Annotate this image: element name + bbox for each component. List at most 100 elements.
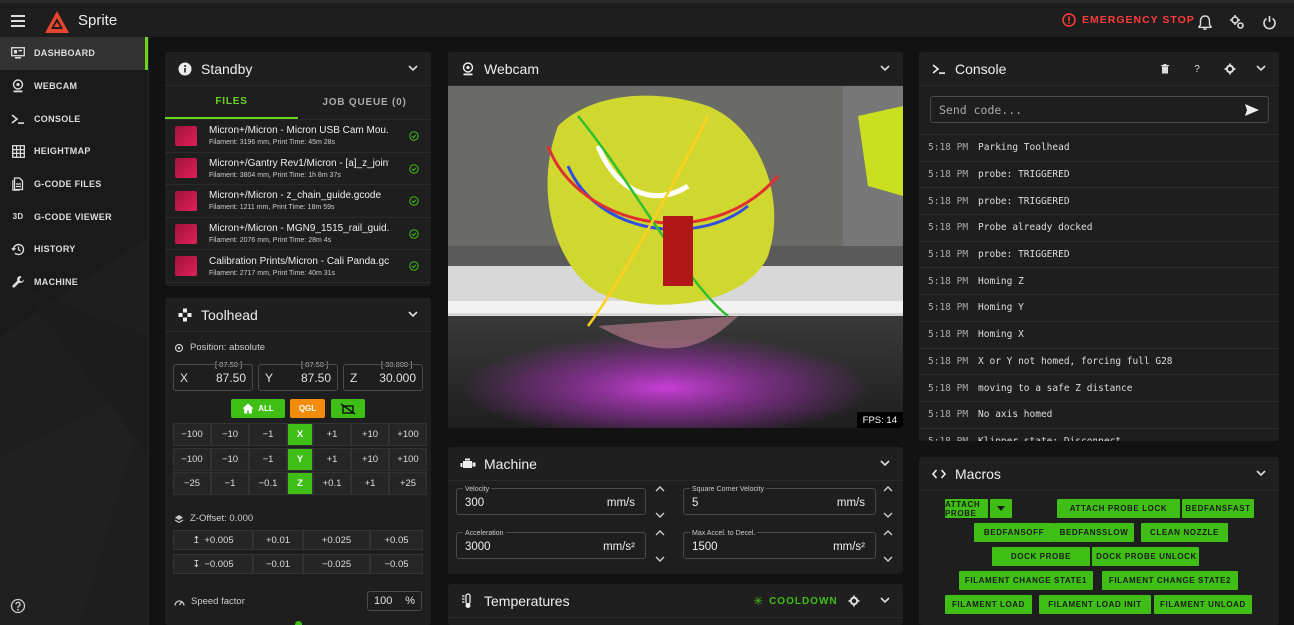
speed-slider-thumb[interactable]	[295, 621, 302, 625]
emergency-stop-button[interactable]: EMERGENCY STOP	[1062, 13, 1195, 27]
square-corner-velocity-field[interactable]: Square Corner Velocity 5 mm/s	[683, 486, 876, 515]
cooldown-button[interactable]: ✳ COOLDOWN	[753, 594, 838, 608]
macro-button[interactable]: FILAMENT CHANGE STATE1	[959, 571, 1093, 590]
chevron-down-icon[interactable]	[407, 308, 419, 320]
chevron-down-icon[interactable]	[879, 62, 891, 74]
z-offset-up-button[interactable]: +0.05	[370, 530, 423, 550]
macro-button[interactable]: DOCK PROBE UNLOCK	[1094, 547, 1199, 566]
chevron-down-icon[interactable]	[1255, 467, 1267, 479]
jog-button[interactable]: −10	[211, 423, 249, 446]
z-offset-down-button[interactable]: −0.025	[303, 554, 370, 574]
jog-button[interactable]: −100	[173, 423, 211, 446]
file-row[interactable]: Micron+/Gantry Rev1/Micron - [a]_z_joint…	[165, 153, 431, 186]
macro-button[interactable]: BEDFANSOFF	[974, 523, 1054, 542]
power-icon[interactable]	[1259, 12, 1279, 32]
home-all-button[interactable]: ALL	[231, 399, 285, 418]
jog-button[interactable]: +0.1	[313, 472, 351, 495]
velocity-field[interactable]: Velocity 300 mm/s	[456, 486, 646, 515]
jog-button[interactable]: −100	[173, 447, 211, 471]
help-circle-icon[interactable]	[10, 598, 26, 614]
gear-icon[interactable]	[848, 595, 860, 607]
max-accel-to-decel-stepper[interactable]	[882, 528, 894, 564]
jog-button[interactable]: +100	[389, 423, 427, 446]
nav-history[interactable]: HISTORY	[0, 233, 148, 266]
macro-button[interactable]: ATTACH PROBE LOCK	[1057, 499, 1180, 518]
file-row[interactable]: Micron+/Micron - Micron USB Cam Mou... Fi…	[165, 120, 431, 153]
y-position-field[interactable]: Y 87.50	[258, 364, 338, 391]
jog-button[interactable]: +100	[389, 447, 427, 471]
speed-factor-input[interactable]: 100 %	[367, 591, 422, 611]
jog-button[interactable]: −0.1	[249, 472, 287, 495]
macro-button[interactable]: FILAMENT CHANGE STATE2	[1102, 571, 1238, 590]
z-offset-up-button[interactable]: ↥ +0.005	[173, 530, 253, 550]
nav-dashboard[interactable]: DASHBOARD	[0, 37, 148, 70]
z-offset-up-button[interactable]: +0.025	[303, 530, 370, 550]
nav-heightmap[interactable]: HEIGHTMAP	[0, 135, 148, 168]
macro-button[interactable]: BEDFANSSLOW	[1054, 523, 1134, 542]
jog-button[interactable]: +1	[313, 447, 351, 471]
tab-job-queue[interactable]: JOB QUEUE (0)	[298, 86, 431, 119]
jog-button[interactable]: +1	[351, 472, 389, 495]
chevron-down-icon[interactable]	[882, 554, 894, 564]
jog-button[interactable]: −25	[173, 472, 211, 495]
chevron-up-icon[interactable]	[654, 528, 666, 538]
nav-console[interactable]: CONSOLE	[0, 102, 148, 135]
tab-files[interactable]: FILES	[165, 86, 298, 119]
nav-gcode-files[interactable]: G-CODE FILES	[0, 168, 148, 201]
acceleration-field[interactable]: Acceleration 3000 mm/s²	[456, 530, 646, 559]
gear-icon[interactable]	[1224, 63, 1236, 75]
nav-machine[interactable]: MACHINE	[0, 266, 148, 299]
square-corner-velocity-stepper[interactable]	[882, 484, 894, 520]
bell-icon[interactable]	[1195, 12, 1215, 32]
macro-button[interactable]: ATTACH PROBE	[945, 499, 988, 518]
chevron-down-icon[interactable]	[654, 510, 666, 520]
acceleration-stepper[interactable]	[654, 528, 666, 564]
file-row[interactable]: Calibration Prints/Micron - Cali Panda.g…	[165, 250, 431, 283]
macro-button[interactable]: FILAMENT LOAD INIT	[1039, 595, 1151, 614]
macro-button[interactable]: DOCK PROBE	[992, 547, 1090, 566]
z-offset-up-button[interactable]: +0.01	[253, 530, 303, 550]
max-accel-to-decel-field[interactable]: Max Accel. to Decel. 1500 mm/s²	[683, 530, 876, 559]
z-position-field[interactable]: Z 30.000	[343, 364, 423, 391]
menu-icon[interactable]	[8, 11, 28, 31]
jog-button[interactable]: −1	[211, 472, 249, 495]
chevron-down-icon[interactable]	[879, 594, 891, 606]
macro-button[interactable]: FILAMENT LOAD	[945, 595, 1032, 614]
macro-button[interactable]: BEDFANSFAST	[1182, 499, 1254, 518]
chevron-up-icon[interactable]	[654, 484, 666, 494]
chevron-up-icon[interactable]	[882, 484, 894, 494]
console-send-input[interactable]: Send code...	[930, 96, 1269, 123]
jog-button[interactable]: −1	[249, 447, 287, 471]
jog-button[interactable]: +10	[351, 447, 389, 471]
nav-gcode-viewer[interactable]: 3D G-CODE VIEWER	[0, 200, 148, 233]
chevron-down-icon[interactable]	[407, 62, 419, 74]
send-icon[interactable]	[1244, 103, 1260, 117]
motors-off-button[interactable]	[331, 399, 365, 418]
console-title: Console	[955, 60, 1007, 77]
trash-icon[interactable]	[1159, 63, 1171, 75]
help-icon[interactable]: ?	[1191, 63, 1203, 75]
qgl-button[interactable]: QGL	[290, 399, 325, 418]
chevron-up-icon[interactable]	[882, 528, 894, 538]
jog-button[interactable]: −10	[211, 447, 249, 471]
jog-button[interactable]: +10	[351, 423, 389, 446]
chevron-down-icon[interactable]	[882, 510, 894, 520]
z-offset-down-button[interactable]: −0.01	[253, 554, 303, 574]
jog-button[interactable]: −1	[249, 423, 287, 446]
chevron-down-icon[interactable]	[1255, 62, 1267, 74]
chevron-down-icon[interactable]	[654, 554, 666, 564]
macro-button[interactable]: FILAMENT UNLOAD	[1154, 595, 1252, 614]
file-row[interactable]: Micron+/Micron - MGN9_1515_rail_guid... F…	[165, 218, 431, 251]
chevron-down-icon[interactable]	[879, 457, 891, 469]
jog-button[interactable]: +25	[389, 472, 427, 495]
velocity-stepper[interactable]	[654, 484, 666, 520]
macro-button[interactable]: CLEAN NOZZLE	[1141, 523, 1228, 542]
file-row[interactable]: Micron+/Micron - z_chain_guide.gcode Fila…	[165, 185, 431, 218]
settings-gears-icon[interactable]	[1227, 12, 1247, 32]
macro-dropdown-button[interactable]	[990, 499, 1012, 518]
z-offset-down-button[interactable]: −0.05	[370, 554, 423, 574]
z-offset-down-button[interactable]: ↧ −0.005	[173, 554, 253, 574]
jog-button[interactable]: +1	[313, 423, 351, 446]
nav-webcam[interactable]: WEBCAM	[0, 70, 148, 103]
x-position-field[interactable]: X 87.50	[173, 364, 253, 391]
